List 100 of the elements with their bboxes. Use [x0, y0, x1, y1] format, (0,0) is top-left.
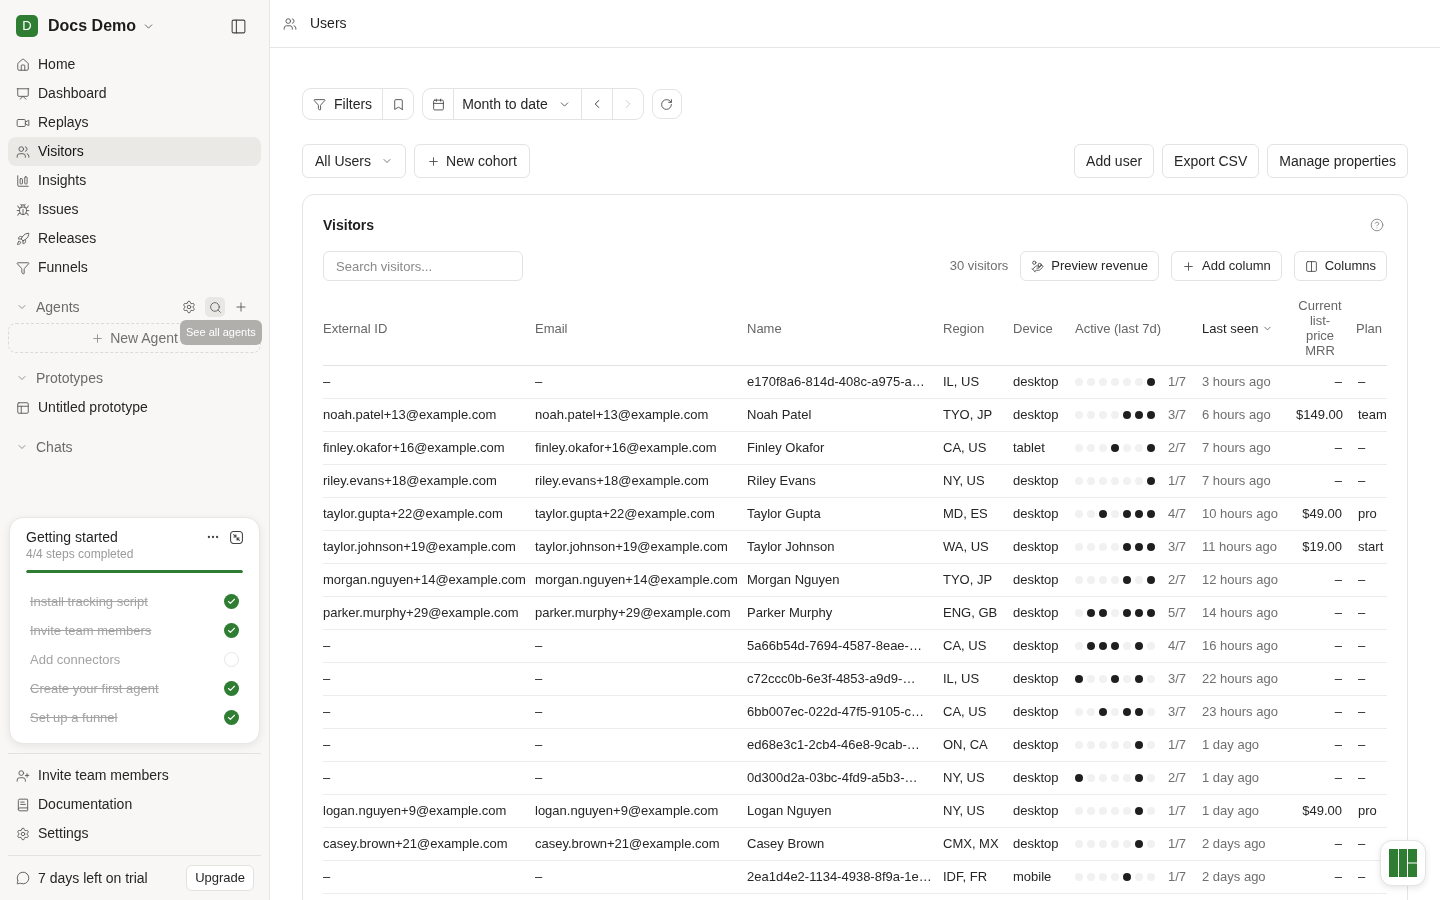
panel-button[interactable]: Add column [1171, 251, 1282, 281]
step-label: Create your first agent [30, 679, 159, 698]
table-cell: ed68e3c1-2cb4-46e8-9cab-… [747, 736, 920, 752]
nav-item[interactable]: Documentation [8, 790, 261, 819]
home-icon [16, 57, 30, 72]
column-header[interactable]: Last seen [1202, 320, 1274, 336]
table-cell: – [1358, 637, 1366, 653]
table-cell: – [323, 670, 331, 686]
table-cell: pro [1358, 505, 1377, 521]
table-cell: – [1358, 736, 1366, 752]
nav-item[interactable]: Funnels [8, 253, 261, 282]
settings-icon [16, 826, 30, 841]
table-cell: casey.brown+21@example.com [535, 835, 720, 851]
tooltip: See all agents [180, 320, 262, 345]
table-cell: 6 hours ago [1202, 406, 1271, 422]
table-cell: 16 hours ago [1202, 637, 1278, 653]
cohort-dropdown[interactable]: All Users [302, 144, 406, 178]
table-cell: 1 day ago [1202, 769, 1260, 785]
column-header[interactable]: Device [1013, 320, 1053, 336]
upgrade-button[interactable]: Upgrade [186, 865, 254, 891]
card-title: Getting started [26, 528, 119, 546]
search-field[interactable]: Search visitors... [323, 251, 523, 281]
table-cell: ON, CA [943, 736, 988, 752]
nav-item[interactable]: Visitors [8, 137, 261, 166]
help-button[interactable] [1370, 218, 1384, 232]
table-cell: – [1334, 736, 1342, 752]
table-cell: Parker Murphy [747, 604, 833, 620]
table-cell: desktop [1013, 604, 1059, 620]
table-cell: desktop [1013, 505, 1059, 521]
table-cell: CMX, MX [943, 835, 999, 851]
table-cell: 1 day ago [1202, 736, 1260, 752]
panel-button[interactable]: Columns [1293, 251, 1387, 281]
nav-item[interactable]: Invite team members [8, 761, 261, 790]
step-label: Set up a funnel [30, 708, 118, 727]
action-button[interactable]: Manage properties [1267, 144, 1408, 178]
table-cell: – [323, 769, 331, 785]
table-cell: desktop [1013, 472, 1059, 488]
search-icon [208, 300, 222, 314]
bar-chart-icon [16, 173, 30, 188]
table-cell: – [535, 670, 543, 686]
table-cell: IDF, FR [943, 868, 988, 884]
table-cell: – [1334, 571, 1342, 587]
nav-item[interactable]: Insights [8, 166, 261, 195]
column-header[interactable]: Current list-price MRR [1297, 298, 1343, 359]
panel-button[interactable]: Preview revenue [1020, 251, 1160, 281]
activity-count: 1/7 [1168, 372, 1187, 391]
table-cell: tablet [1013, 439, 1045, 455]
section-toggle[interactable]: Chats [16, 436, 73, 458]
table-cell: Taylor Johnson [747, 538, 835, 554]
table-cell: 5a66b54d-7694-4587-8eae-… [747, 637, 922, 653]
table-cell: – [1358, 703, 1366, 719]
table-cell: desktop [1013, 769, 1059, 785]
calendar-icon [431, 97, 445, 111]
column-header[interactable]: Active (last 7d) [1075, 320, 1161, 336]
table-cell: start [1358, 538, 1384, 554]
section-toggle[interactable]: Prototypes [16, 367, 103, 389]
section-toggle[interactable]: Agents [16, 296, 80, 318]
action-button[interactable]: Export CSV [1162, 144, 1260, 178]
table-cell: 7 hours ago [1202, 439, 1271, 455]
presentation-board-icon [16, 86, 30, 101]
column-header[interactable]: External ID [323, 320, 388, 336]
column-header[interactable]: Plan [1356, 320, 1383, 336]
workspace-switcher[interactable]: Docs Demo [48, 14, 156, 38]
funnel-icon [16, 260, 30, 275]
refresh-button[interactable] [651, 89, 682, 119]
table-cell: MD, ES [943, 505, 988, 521]
minimize-square-icon [230, 530, 243, 544]
user-plus-icon [16, 768, 30, 783]
column-header[interactable]: Region [943, 320, 985, 336]
nav-item[interactable]: Dashboard [8, 79, 261, 108]
plus-icon [1182, 259, 1196, 273]
table-cell: WA, US [943, 538, 989, 554]
table-cell: – [1334, 604, 1342, 620]
column-header[interactable]: Name [747, 320, 782, 336]
table-cell: CA, US [943, 637, 987, 653]
table-cell: – [1358, 439, 1366, 455]
floating-logo-button[interactable] [1380, 840, 1426, 886]
action-button[interactable]: Add user [1074, 144, 1155, 178]
table-cell: – [1358, 604, 1366, 620]
search-agents-button[interactable] [205, 297, 225, 317]
table-cell: NY, US [943, 802, 985, 818]
refresh-icon [660, 97, 674, 111]
table-cell: – [1358, 868, 1366, 884]
users-icon [283, 16, 297, 31]
nav-item[interactable]: Settings [8, 819, 261, 848]
nav-item[interactable]: Home [8, 50, 261, 79]
step-label: Invite team members [30, 621, 152, 640]
table-cell: 10 hours ago [1202, 505, 1278, 521]
table-cell: c72ccc0b-6e3f-4853-a9d9-… [747, 670, 916, 686]
sidebar-toggle-button[interactable] [230, 17, 247, 35]
nav-item[interactable]: Issues [8, 195, 261, 224]
table-cell: Casey Brown [747, 835, 825, 851]
new-cohort-button[interactable]: New cohort [414, 144, 530, 178]
collapse-button[interactable] [230, 530, 243, 544]
nav-item[interactable]: Replays [8, 108, 261, 137]
column-header[interactable]: Email [535, 320, 568, 336]
activity-count: 2/7 [1168, 570, 1187, 589]
table-cell: – [323, 703, 331, 719]
prototype-item[interactable]: Untitled prototype [8, 393, 261, 422]
nav-item[interactable]: Releases [8, 224, 261, 253]
